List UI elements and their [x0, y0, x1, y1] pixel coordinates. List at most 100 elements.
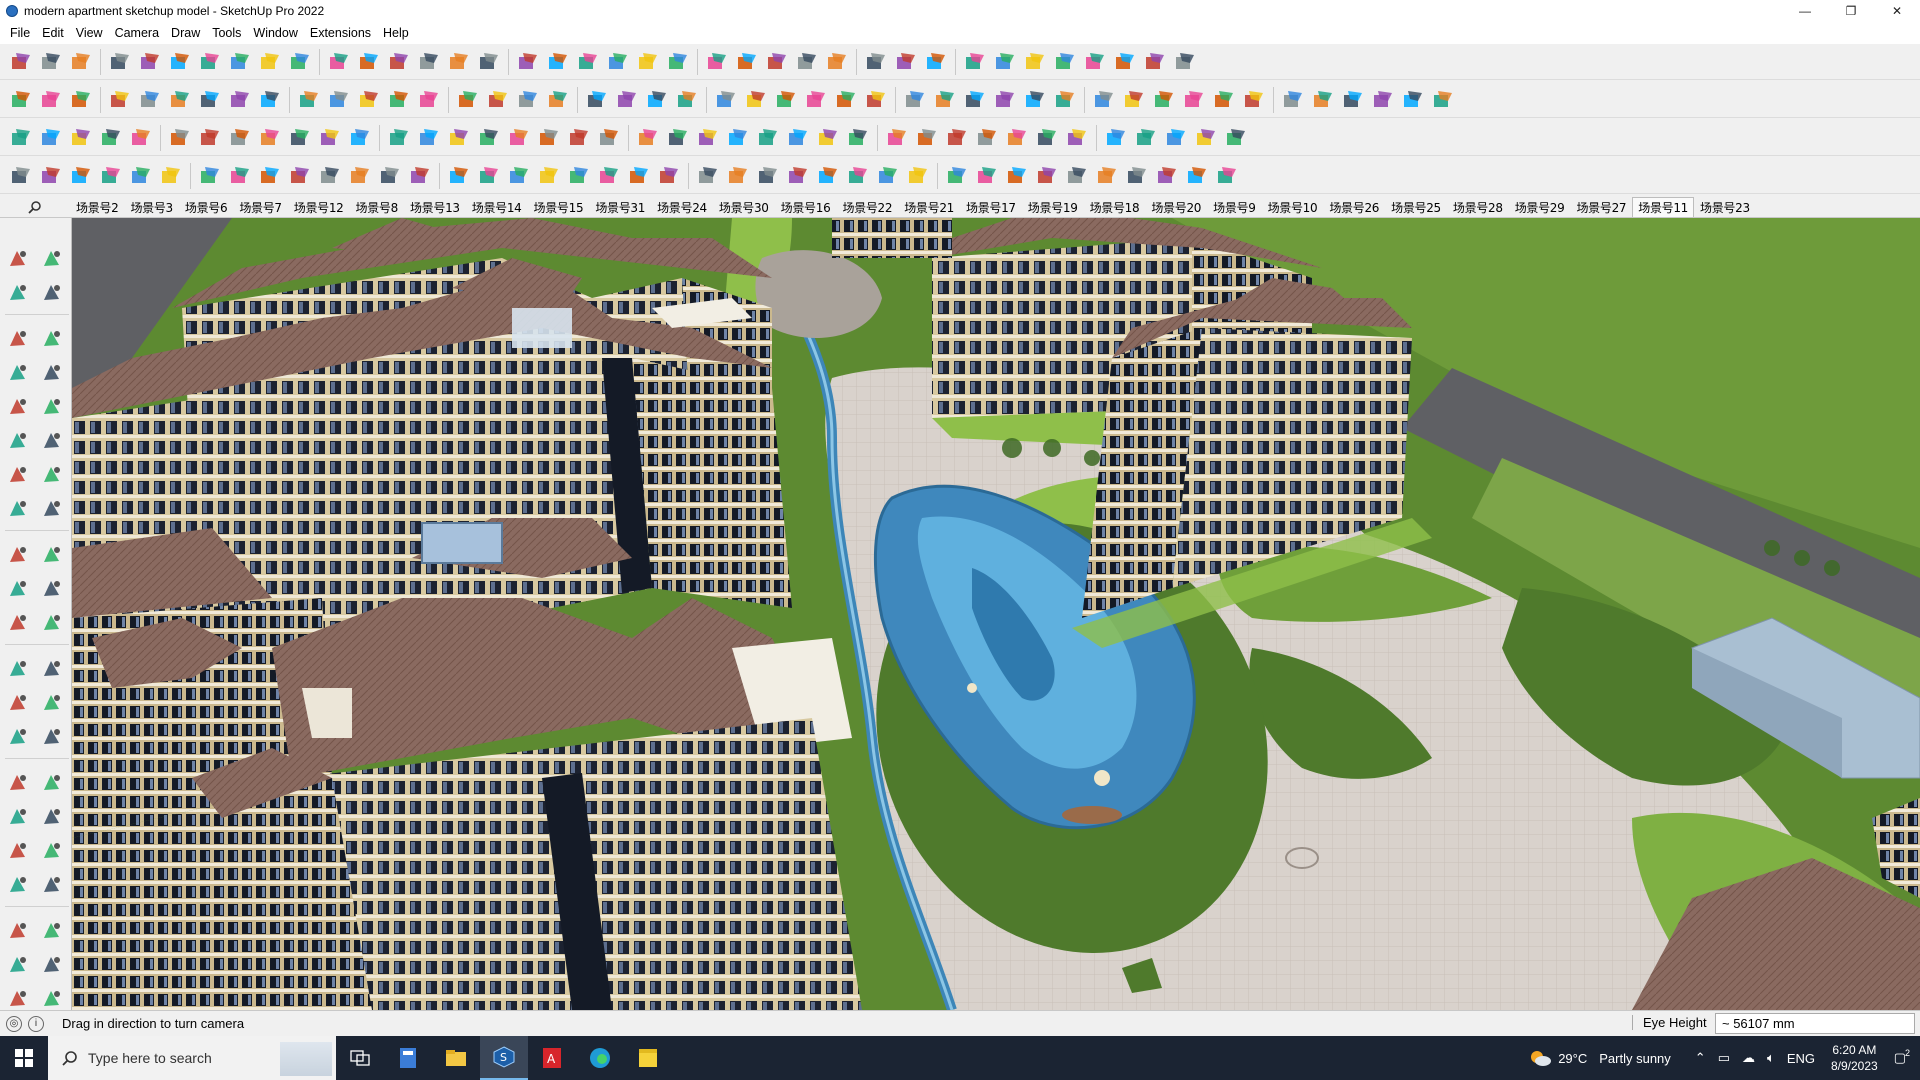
menu-draw[interactable]: Draw — [165, 26, 206, 40]
scene-tab[interactable]: 场景号10 — [1262, 197, 1324, 217]
toolbar-tool-icon[interactable] — [356, 49, 382, 75]
toolbar-tool-icon[interactable] — [665, 125, 691, 151]
toolbar-tool-icon[interactable] — [1112, 49, 1138, 75]
toolbar-tool-icon[interactable] — [1172, 49, 1198, 75]
toolbar-tool-icon[interactable] — [1034, 125, 1060, 151]
axes-icon[interactable] — [5, 724, 31, 750]
scene-tab[interactable]: 场景号16 — [775, 197, 837, 217]
toolbar-tool-icon[interactable] — [566, 163, 592, 189]
toolbar-tool-icon[interactable] — [8, 163, 34, 189]
toolbar-tool-icon[interactable] — [68, 125, 94, 151]
pie-icon[interactable] — [39, 496, 65, 522]
toolbar-tool-icon[interactable] — [1094, 163, 1120, 189]
menu-edit[interactable]: Edit — [36, 26, 70, 40]
toolbar-tool-icon[interactable] — [227, 87, 253, 113]
paint-bucket-icon[interactable] — [5, 280, 31, 306]
toolbar-tool-icon[interactable] — [665, 49, 691, 75]
toolbar-tool-icon[interactable] — [137, 87, 163, 113]
toolbar-tool-icon[interactable] — [815, 163, 841, 189]
toolbar-tool-icon[interactable] — [743, 87, 769, 113]
follow-me-icon[interactable] — [39, 576, 65, 602]
minimize-button[interactable]: — — [1782, 0, 1828, 22]
toolbar-tool-icon[interactable] — [1142, 49, 1168, 75]
toolbar-tool-icon[interactable] — [974, 163, 1000, 189]
scene-tab[interactable]: 场景号7 — [233, 197, 287, 217]
toolbar-tool-icon[interactable] — [803, 87, 829, 113]
network-icon[interactable]: ▭ — [1712, 1050, 1736, 1066]
toolbar-tool-icon[interactable] — [506, 125, 532, 151]
toolbar-tool-icon[interactable] — [68, 49, 94, 75]
toolbar-tool-icon[interactable] — [38, 163, 64, 189]
text-icon[interactable] — [39, 690, 65, 716]
toolbar-tool-icon[interactable] — [905, 163, 931, 189]
toolbar-tool-icon[interactable] — [1370, 87, 1396, 113]
toolbar-tool-icon[interactable] — [1034, 163, 1060, 189]
toolbar-tool-icon[interactable] — [773, 87, 799, 113]
toolbar-tool-icon[interactable] — [1022, 49, 1048, 75]
toolbar-tool-icon[interactable] — [1151, 87, 1177, 113]
toolbar-tool-icon[interactable] — [704, 49, 730, 75]
scene-tab[interactable]: 场景号24 — [651, 197, 713, 217]
scene-tab[interactable]: 场景号3 — [124, 197, 178, 217]
walk-icon[interactable] — [5, 918, 31, 944]
toolbar-tool-icon[interactable] — [1064, 125, 1090, 151]
toolbar-tool-icon[interactable] — [476, 125, 502, 151]
toolbar-tool-icon[interactable] — [944, 163, 970, 189]
toolbar-tool-icon[interactable] — [227, 49, 253, 75]
toolbar-tool-icon[interactable] — [545, 87, 571, 113]
circle-icon[interactable] — [5, 428, 31, 454]
3d-text-icon[interactable] — [39, 724, 65, 750]
toolbar-tool-icon[interactable] — [107, 49, 133, 75]
scene-tab[interactable]: 场景号21 — [898, 197, 960, 217]
toolbar-tool-icon[interactable] — [1211, 87, 1237, 113]
toolbar-tool-icon[interactable] — [614, 87, 640, 113]
rectangle-icon[interactable] — [5, 394, 31, 420]
acrobat-app[interactable]: A — [528, 1036, 576, 1080]
scene-tab[interactable]: 场景号17 — [960, 197, 1022, 217]
scene-tab[interactable]: 场景号20 — [1145, 197, 1207, 217]
toolbar-tool-icon[interactable] — [824, 49, 850, 75]
position-camera-icon[interactable] — [5, 872, 31, 898]
three-point-arc-icon[interactable] — [5, 496, 31, 522]
toolbar-tool-icon[interactable] — [1103, 125, 1129, 151]
menu-view[interactable]: View — [70, 26, 109, 40]
toolbar-tool-icon[interactable] — [167, 125, 193, 151]
toolbar-tool-icon[interactable] — [566, 125, 592, 151]
notification-center-icon[interactable]: ▢ 2 — [1888, 1048, 1920, 1066]
toolbar-tool-icon[interactable] — [1004, 163, 1030, 189]
dimension-icon[interactable] — [39, 656, 65, 682]
toolbar-tool-icon[interactable] — [536, 125, 562, 151]
toolbar-tool-icon[interactable] — [1124, 163, 1150, 189]
toolbar-tool-icon[interactable] — [875, 163, 901, 189]
toolbar-tool-icon[interactable] — [713, 87, 739, 113]
toolbar-tool-icon[interactable] — [962, 87, 988, 113]
toolbar-tool-icon[interactable] — [635, 49, 661, 75]
toolbar-tool-icon[interactable] — [1430, 87, 1456, 113]
calculator-app[interactable] — [384, 1036, 432, 1080]
scene-tab[interactable]: 场景号22 — [836, 197, 898, 217]
sketchup-app[interactable]: S — [480, 1036, 528, 1080]
freehand-icon[interactable] — [39, 360, 65, 386]
toolbar-tool-icon[interactable] — [68, 163, 94, 189]
select-icon[interactable] — [5, 246, 31, 272]
toolbar-tool-icon[interactable] — [317, 125, 343, 151]
toolbar-tool-icon[interactable] — [347, 163, 373, 189]
zoom-window-icon[interactable] — [39, 804, 65, 830]
scene-tab[interactable]: 场景号15 — [528, 197, 590, 217]
toolbar-tool-icon[interactable] — [8, 125, 34, 151]
toolbar-tool-icon[interactable] — [944, 125, 970, 151]
toolbar-tool-icon[interactable] — [38, 87, 64, 113]
scene-tab[interactable]: 场景号27 — [1570, 197, 1632, 217]
scene-tab[interactable]: 场景号25 — [1385, 197, 1447, 217]
menu-tools[interactable]: Tools — [206, 26, 247, 40]
toolbar-tool-icon[interactable] — [635, 125, 661, 151]
toolbar-tool-icon[interactable] — [1223, 125, 1249, 151]
toolbar-tool-icon[interactable] — [1280, 87, 1306, 113]
toolbar-tool-icon[interactable] — [416, 87, 442, 113]
toolbar-tool-icon[interactable] — [1133, 125, 1159, 151]
protractor-icon[interactable] — [5, 690, 31, 716]
toolbar-tool-icon[interactable] — [1193, 125, 1219, 151]
toolbar-tool-icon[interactable] — [1091, 87, 1117, 113]
toolbar-tool-icon[interactable] — [596, 125, 622, 151]
toolbar-tool-icon[interactable] — [785, 125, 811, 151]
